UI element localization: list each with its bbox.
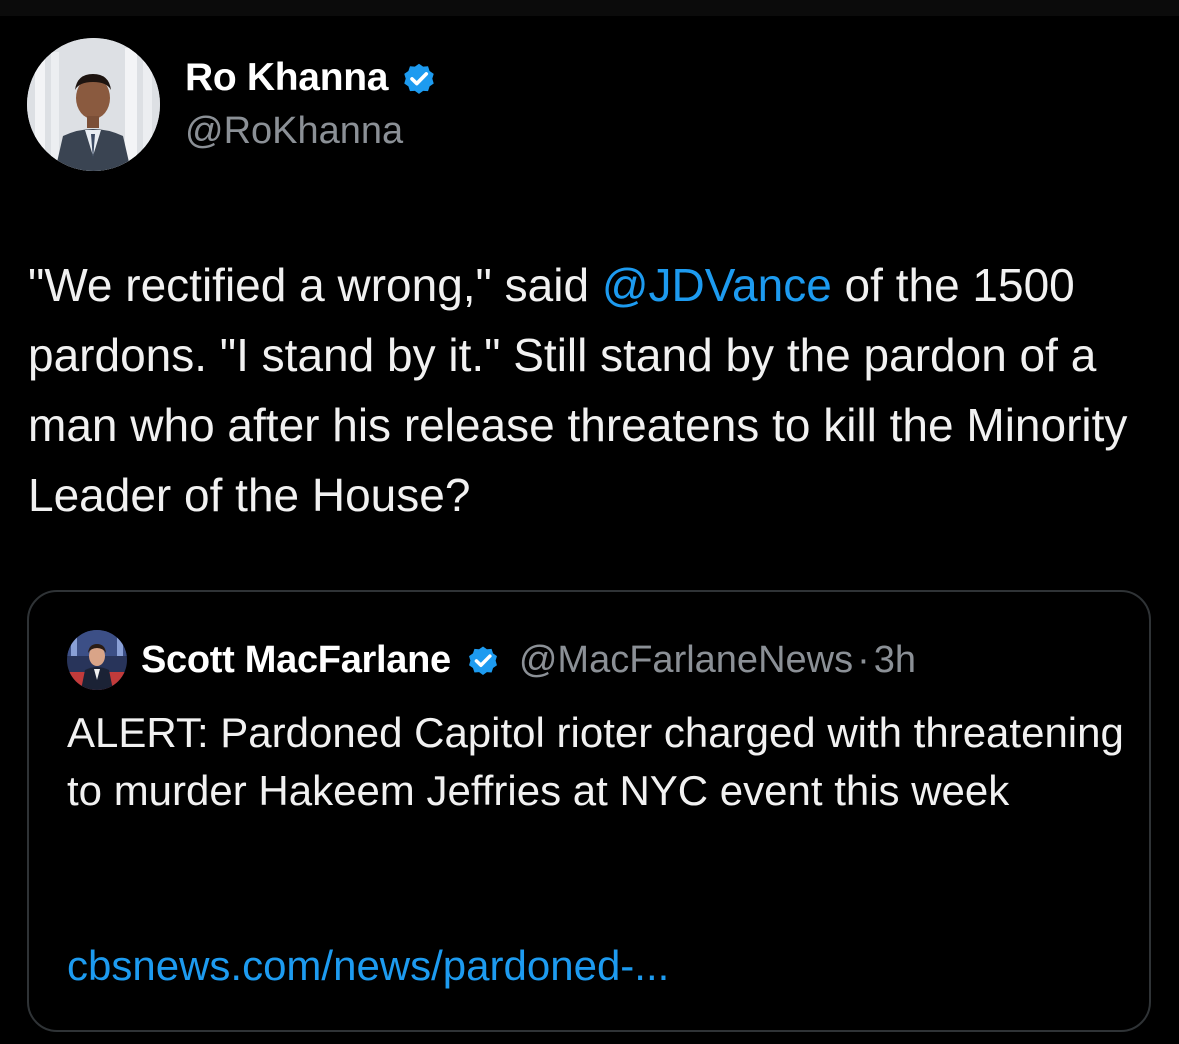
tweet-text-part1: "We rectified a wrong," said — [28, 259, 602, 311]
quoted-verified-badge-icon — [465, 642, 501, 678]
quoted-author-display-name[interactable]: Scott MacFarlane — [141, 639, 451, 682]
author-avatar[interactable] — [27, 38, 160, 171]
quoted-tweet-link[interactable]: cbsnews.com/news/pardoned-... — [67, 942, 669, 990]
quoted-tweet-text: ALERT: Pardoned Capitol rioter charged w… — [67, 709, 1124, 814]
tweet-text: "We rectified a wrong," said @JDVance of… — [28, 250, 1148, 530]
quoted-author-handle[interactable]: @MacFarlaneNews — [519, 639, 853, 682]
verified-badge-icon — [400, 59, 438, 97]
quoted-tweet-header: Scott MacFarlane @MacFarlaneNews · 3h — [141, 635, 916, 685]
author-handle[interactable]: @RoKhanna — [185, 110, 403, 153]
quoted-tweet-card[interactable]: Scott MacFarlane @MacFarlaneNews · 3h AL… — [27, 590, 1151, 1032]
mention-link[interactable]: @JDVance — [602, 259, 832, 311]
quoted-tweet-timestamp[interactable]: 3h — [874, 639, 916, 682]
quoted-author-avatar[interactable] — [67, 630, 127, 690]
separator-dot: · — [857, 638, 870, 681]
author-display-name[interactable]: Ro Khanna — [185, 56, 388, 100]
tweet: Ro Khanna @RoKhanna "We rectified a wron… — [0, 0, 1179, 1044]
